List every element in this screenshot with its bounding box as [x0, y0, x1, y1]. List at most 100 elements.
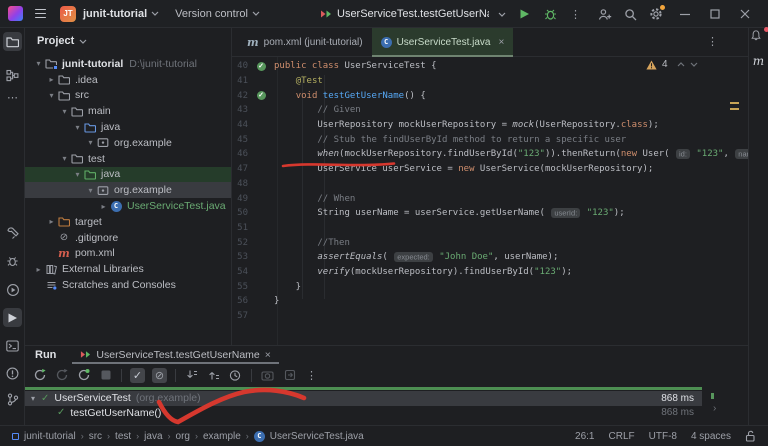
tree-chevron-icon[interactable]: ▾ — [46, 91, 57, 100]
vcs-widget[interactable]: Version control — [175, 8, 248, 20]
stop-icon[interactable] — [98, 368, 113, 383]
notifications-bell-icon[interactable] — [749, 27, 768, 42]
code-line[interactable]: 55 } — [232, 279, 748, 294]
tree-item--idea[interactable]: ▸ .idea — [25, 72, 231, 88]
tree-item-userservicetest-java[interactable]: ▸ C UserServiceTest.java — [25, 198, 231, 214]
tab-pom-xml[interactable]: m pom.xml (junit-tutorial) — [238, 28, 372, 56]
project-switcher[interactable]: junit-tutorial — [83, 8, 147, 20]
breadcrumb-item[interactable]: junit-tutorial — [24, 431, 76, 442]
tree-chevron-icon[interactable]: ▸ — [46, 75, 57, 84]
tree-item-java[interactable]: ▾ java — [25, 166, 231, 183]
show-ignored-toggle[interactable]: ⊘ — [152, 367, 167, 383]
run-config-name[interactable]: UserServiceTest.testGetUserName — [337, 8, 489, 20]
tree-chevron-icon[interactable]: ▸ — [98, 202, 109, 211]
tree-item--gitignore[interactable]: ⊘ .gitignore — [25, 230, 231, 246]
more-tools-icon[interactable]: ⋯ — [3, 88, 22, 107]
prev-issue-icon[interactable] — [677, 62, 685, 67]
code-line[interactable]: 41 @Test — [232, 74, 748, 89]
sort-by-duration-icon[interactable] — [228, 368, 243, 383]
run-tab[interactable]: UserServiceTest.testGetUserName × — [72, 346, 279, 364]
debug-tool-icon[interactable] — [3, 252, 22, 271]
tree-item-test[interactable]: ▾ test — [25, 151, 231, 167]
code-editor[interactable]: 40 ✓ public class UserServiceTest {41 @Tes… — [232, 57, 748, 345]
tree-chevron-icon[interactable]: ▾ — [31, 394, 41, 403]
tree-item-org-example[interactable]: ▾ org.example — [25, 182, 231, 199]
breadcrumb-item[interactable]: UserServiceTest.java — [270, 431, 364, 442]
breadcrumb-item[interactable]: test — [115, 431, 131, 442]
inspections-widget[interactable]: 4 — [646, 59, 698, 70]
add-user-icon[interactable] — [598, 8, 612, 21]
show-passed-toggle[interactable]: ✓ — [130, 367, 145, 383]
close-tab-icon[interactable]: × — [498, 37, 504, 48]
collapse-all-icon[interactable] — [206, 368, 221, 383]
indent-widget[interactable]: 4 spaces — [691, 431, 731, 442]
tree-item-src[interactable]: ▾ src — [25, 88, 231, 104]
code-line[interactable]: 43 // Given — [232, 103, 748, 118]
structure-tool-icon[interactable] — [3, 66, 22, 85]
rerun-icon[interactable] — [32, 368, 47, 383]
debug-button[interactable] — [544, 8, 557, 21]
encoding-widget[interactable]: UTF-8 — [649, 431, 677, 442]
import-test-results-icon[interactable] — [282, 368, 297, 383]
expand-console-icon[interactable]: › — [713, 403, 716, 414]
code-line[interactable]: 48 — [232, 177, 748, 192]
chevron-down-icon[interactable] — [498, 12, 506, 17]
rerun-failed-icon[interactable] — [54, 368, 69, 383]
code-line[interactable]: 54 verify(mockUserRepository).findUserBy… — [232, 265, 748, 280]
tree-chevron-icon[interactable]: ▸ — [46, 217, 57, 226]
unlocked-padlock-icon[interactable] — [745, 430, 756, 442]
run-test-gutter-icon[interactable]: ✓ — [256, 61, 266, 71]
code-line[interactable]: 53 assertEquals( expected: "John Doe", u… — [232, 250, 748, 265]
code-line[interactable]: 42 ✓ void testGetUserName() { — [232, 88, 748, 103]
expand-all-icon[interactable] — [184, 368, 199, 383]
main-menu-icon[interactable] — [35, 8, 46, 19]
tree-chevron-icon[interactable]: ▾ — [85, 186, 96, 195]
git-branch-tool-icon[interactable] — [3, 390, 22, 409]
run-test-gutter-icon[interactable]: ✓ — [256, 91, 266, 101]
minimize-button[interactable] — [680, 9, 690, 19]
code-line[interactable]: 47 UserService userService = new UserSer… — [232, 162, 748, 177]
toggle-auto-test-icon[interactable] — [76, 368, 91, 383]
breadcrumb-item[interactable]: org — [176, 431, 190, 442]
tab-userservicetest-java[interactable]: C UserServiceTest.java × — [371, 28, 514, 57]
tree-item-junit-tutorial[interactable]: ▾ junit-tutorial D:\junit-tutorial — [25, 56, 231, 72]
tab-options-icon[interactable]: ⋮ — [707, 35, 718, 48]
next-issue-icon[interactable] — [690, 62, 698, 67]
build-tool-icon[interactable] — [3, 224, 22, 243]
run-tool-icon[interactable] — [3, 308, 22, 327]
code-line[interactable]: 51 — [232, 221, 748, 236]
services-tool-icon[interactable] — [3, 280, 22, 299]
problems-tool-icon[interactable] — [3, 364, 22, 383]
code-line[interactable]: 50 String userName = userService.getUser… — [232, 206, 748, 221]
tree-item-external-libraries[interactable]: ▸ External Libraries — [25, 261, 231, 277]
maven-tool-icon[interactable]: m — [749, 54, 768, 68]
tree-item-java[interactable]: ▾ java — [25, 119, 231, 135]
tree-chevron-icon[interactable]: ▾ — [85, 138, 96, 147]
code-line[interactable]: 49 // When — [232, 191, 748, 206]
test-result-row[interactable]: ▾ ✓ UserServiceTest (org.example) 868 ms — [25, 391, 702, 406]
search-icon[interactable] — [624, 8, 637, 21]
tree-item-scratches-and-consoles[interactable]: Scratches and Consoles — [25, 277, 231, 293]
code-line[interactable]: 57 — [232, 309, 748, 324]
code-line[interactable]: 56} — [232, 294, 748, 309]
caret-position-widget[interactable]: 26:1 — [575, 431, 594, 442]
terminal-tool-icon[interactable] — [3, 336, 22, 355]
code-line[interactable]: 45 // Stub the findUserById method to re… — [232, 132, 748, 147]
breadcrumb-item[interactable]: example — [203, 431, 241, 442]
close-button[interactable] — [740, 9, 750, 19]
tree-chevron-icon[interactable]: ▾ — [59, 107, 70, 116]
app-logo-icon[interactable] — [8, 6, 23, 21]
code-line[interactable]: 52 //Then — [232, 235, 748, 250]
code-line[interactable]: 46 when(mockUserRepository.findUserById(… — [232, 147, 748, 162]
run-button[interactable] — [519, 8, 530, 20]
project-panel-header[interactable]: Project — [25, 28, 231, 54]
line-ending-widget[interactable]: CRLF — [609, 431, 635, 442]
run-more-options-icon[interactable]: ⋮ — [304, 368, 319, 383]
tree-chevron-icon[interactable]: ▾ — [59, 154, 70, 163]
close-run-tab-icon[interactable]: × — [265, 349, 271, 361]
project-tool-icon[interactable] — [3, 32, 22, 51]
code-line[interactable]: 44 UserRepository mockUserRepository = m… — [232, 118, 748, 133]
tree-chevron-icon[interactable]: ▾ — [33, 59, 44, 68]
tree-chevron-icon[interactable]: ▾ — [72, 123, 83, 132]
breadcrumb-item[interactable]: src — [89, 431, 102, 442]
